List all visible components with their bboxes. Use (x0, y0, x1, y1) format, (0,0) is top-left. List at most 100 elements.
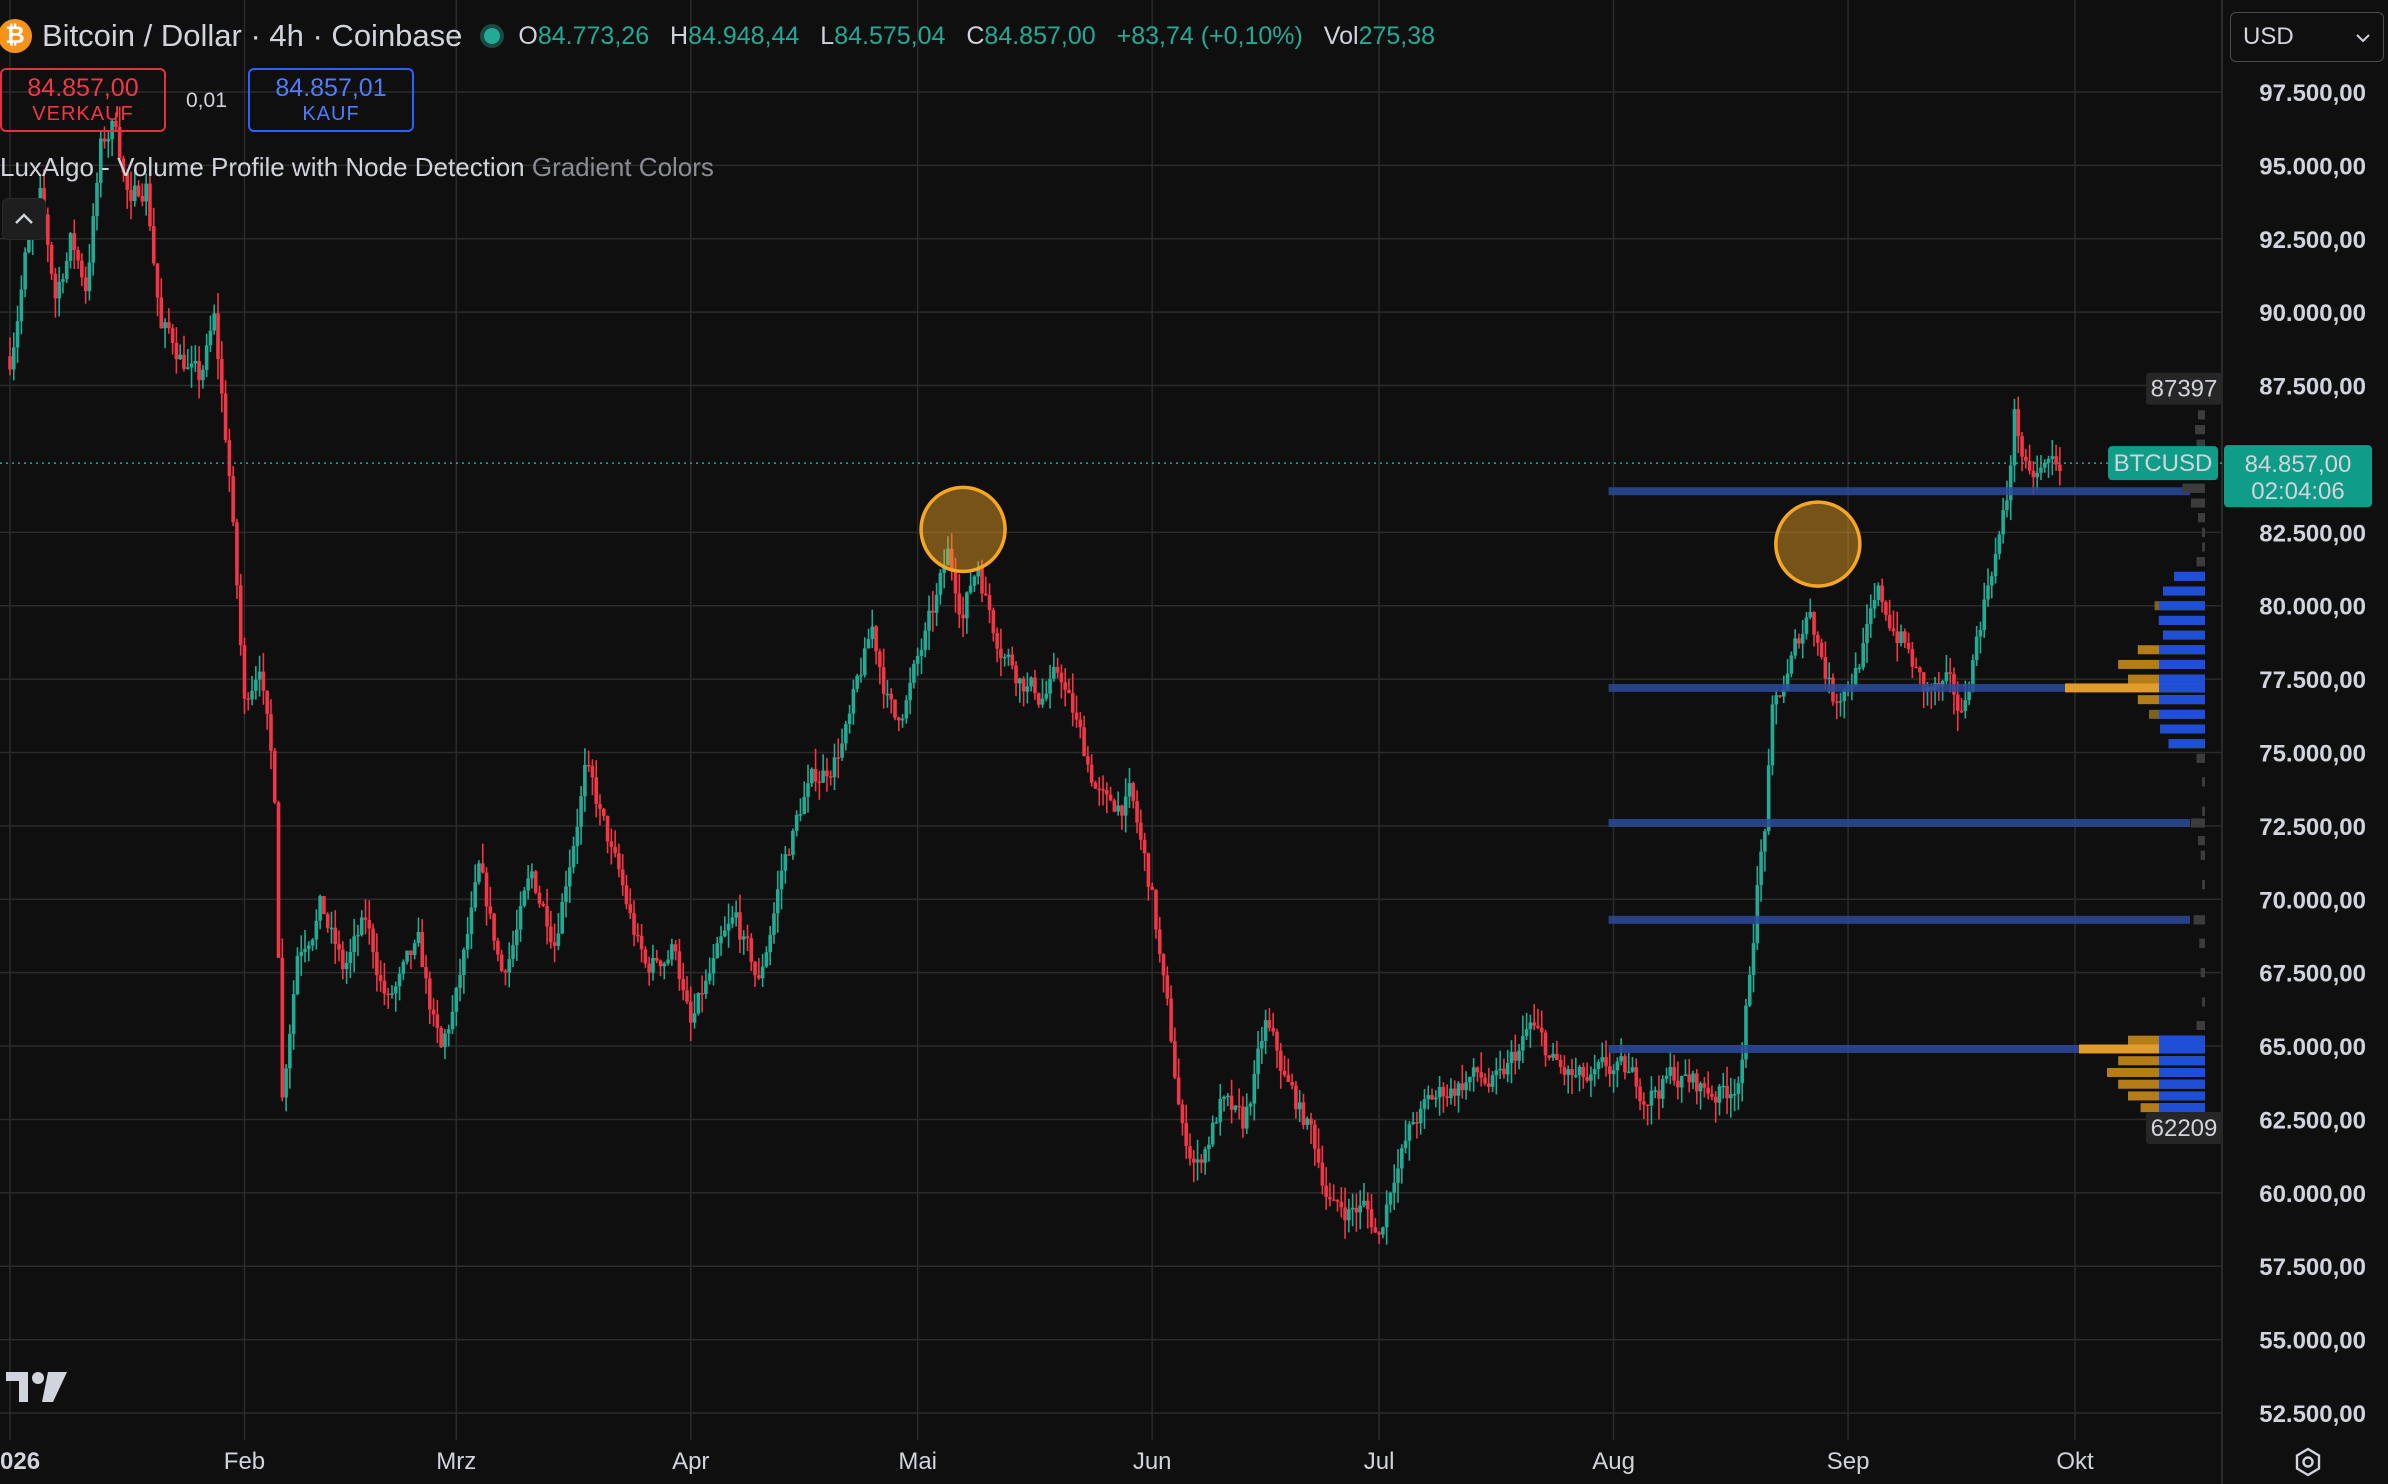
candle-body (707, 973, 712, 981)
volume-bin-blue (2159, 709, 2205, 719)
candle-body (605, 815, 610, 842)
candle-body (1763, 831, 1767, 852)
candle-body (462, 949, 466, 975)
candle-body (1517, 1050, 1521, 1061)
time-tick-label: Feb (224, 1448, 265, 1475)
volume-bin-blue (2159, 1091, 2205, 1101)
candle-body (1331, 1199, 1336, 1201)
chevron-down-icon (2356, 34, 2370, 43)
candle-body (552, 942, 557, 946)
candle-body (443, 1033, 447, 1048)
candle-body (1260, 1040, 1264, 1049)
candle-body (1430, 1095, 1434, 1100)
candle-body (140, 196, 145, 202)
candle-body (1759, 851, 1763, 886)
volume-bin-blue (2202, 806, 2205, 816)
candle-body (628, 904, 633, 913)
candle-body (1978, 629, 1983, 637)
candle-body (1052, 667, 1056, 679)
candle-body (651, 957, 655, 973)
candle-body (972, 576, 977, 586)
candle-body (280, 957, 285, 1098)
candle-body (454, 987, 459, 1012)
volume-bin-blue (2182, 483, 2205, 493)
change-value: +83,74 (+0,10%) (1116, 21, 1303, 50)
candle-body (1797, 638, 1801, 644)
candle-body (537, 892, 542, 904)
candle-body (163, 322, 167, 329)
candle-body (1415, 1122, 1419, 1124)
collapse-legend-button[interactable] (2, 198, 46, 240)
candle-body (1339, 1201, 1344, 1208)
buy-button[interactable]: 84.857,01 KAUF (248, 68, 414, 132)
price-tick-label: 67.500,00 (2259, 961, 2366, 988)
highlight-circle (919, 485, 1007, 574)
candle-body (1123, 796, 1128, 816)
volume-bin-blue (2195, 425, 2205, 435)
chevron-up-icon (15, 213, 33, 224)
candle-body (1872, 600, 1877, 609)
candle-body (1615, 1061, 1620, 1071)
candle-body (83, 277, 88, 292)
candle-body (1074, 712, 1079, 720)
candle-body (624, 885, 629, 905)
candle-body (757, 975, 761, 979)
candle-body (1120, 805, 1124, 816)
candle-body (1808, 612, 1813, 618)
candle-body (1002, 656, 1007, 659)
bitcoin-icon: ₿ (0, 19, 32, 53)
candle-body (227, 440, 232, 476)
candle-body (1256, 1048, 1260, 1074)
candle-body (700, 992, 704, 995)
candle-body (136, 185, 141, 197)
candle-body (1834, 701, 1839, 704)
symbol-title[interactable]: Bitcoin / Dollar · 4h · Coinbase (42, 18, 462, 54)
candle-body (1547, 1055, 1552, 1058)
candle-body (1789, 655, 1794, 674)
candle-body (1903, 631, 1907, 643)
candle-body (174, 342, 179, 360)
volume-bin-blue (2159, 1044, 2205, 1054)
candle-body (1048, 678, 1052, 694)
candle-body (458, 974, 462, 988)
candle-body (1505, 1063, 1510, 1075)
candle-body (223, 393, 228, 441)
candle-body (900, 718, 905, 721)
candle-body (499, 954, 504, 971)
candle-body (102, 138, 107, 142)
candle-body (1354, 1207, 1359, 1213)
candle-body (1021, 678, 1026, 692)
candle-body (72, 233, 77, 250)
candle-body (167, 322, 171, 329)
candle-body (711, 958, 716, 974)
candle-body (431, 1009, 436, 1015)
tradingview-logo-icon[interactable] (6, 1370, 68, 1404)
sell-button[interactable]: 84.857,00 VERKAUF (0, 68, 166, 132)
settings-icon[interactable] (2292, 1446, 2324, 1478)
currency-select[interactable]: USD (2230, 12, 2384, 62)
candle-body (80, 260, 84, 278)
candle-body (212, 313, 217, 331)
candle-body (488, 906, 493, 914)
candle-body (541, 903, 546, 906)
candle-body (840, 743, 844, 758)
candle-body (764, 952, 769, 967)
candle-body (1180, 1104, 1185, 1124)
candle-body (246, 698, 251, 700)
candle-body (1089, 764, 1094, 783)
candle-body (1645, 1104, 1650, 1107)
price-chart[interactable]: 87397 62209 97.500,00 95.000,00 92.500,00 90… (0, 0, 2388, 1484)
candle-body (1078, 719, 1083, 728)
candle-body (787, 854, 791, 856)
candle-body (1131, 783, 1136, 802)
candle-body (847, 713, 852, 725)
indicator-legend[interactable]: LuxAlgo - Volume Profile with Node Detec… (0, 152, 714, 183)
candle-body (1498, 1068, 1502, 1071)
candle-body (1694, 1073, 1699, 1092)
candle-body (11, 347, 16, 370)
time-tick-label: Apr (672, 1448, 709, 1475)
candle-body (446, 1029, 451, 1034)
ohlc-values: O84.773,26 H84.948,44 L84.575,04 C84.857… (518, 22, 1449, 51)
candle-body (1770, 704, 1775, 766)
candle-body (295, 955, 300, 995)
